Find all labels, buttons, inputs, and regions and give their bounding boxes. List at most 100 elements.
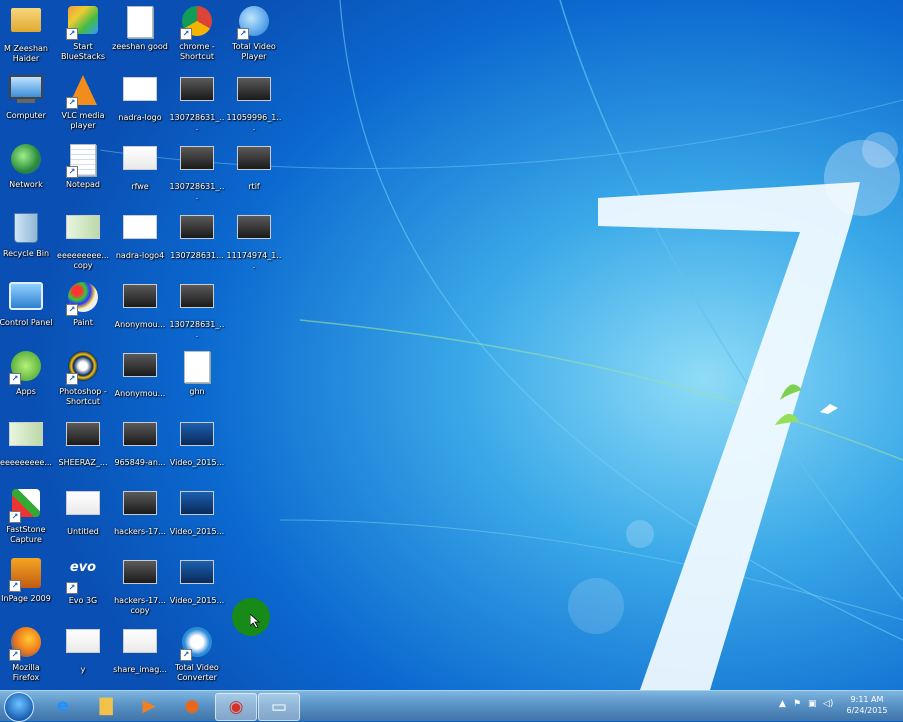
desktop-icon-2-5[interactable]: Anonymou... [112,347,168,413]
taskbar-button-file-explorer[interactable]: ▇ [86,693,126,719]
desktop-icon-label: 130728631... [170,251,224,260]
desktop-icon-0-6[interactable]: eeeeeeeee... [0,416,54,482]
chrome-icon: ↗ [180,6,214,40]
photo-icon [180,146,214,180]
desktop-icon-1-2[interactable]: ↗ Notepad [55,140,111,206]
shortcut-arrow-icon: ↗ [9,373,21,385]
desktop-icon-0-4[interactable]: Control Panel [0,278,54,344]
desktop-icon-2-7[interactable]: hackers-17... [112,485,168,551]
taskbar-button-chrome[interactable]: ◉ [215,693,257,721]
taskbar-button-firefox[interactable]: ● [172,693,212,719]
desktop-icon-0-5[interactable]: ↗ Apps [0,347,54,413]
clock[interactable]: 9:11 AM 6/24/2015 [842,694,892,716]
desktop-icon-label: share_imag... [113,665,167,674]
desktop-icon-label: Photoshop - Shortcut [59,387,107,406]
logo-image-icon [123,215,157,249]
desktop-icon-2-0[interactable]: zeeshan good [112,2,168,68]
desktop-icon-3-3[interactable]: 130728631... [169,209,225,275]
desktop-icon-0-9[interactable]: ↗ Mozilla Firefox [0,623,54,689]
desktop-icon-label: Total Video Converter [175,663,219,682]
desktop-icon-label: nadra-logo [118,113,162,122]
image-icon [66,629,100,663]
desktop-icon-4-3[interactable]: 11174974_1... [226,209,282,275]
volume-icon[interactable]: ◁) [823,699,833,709]
desktop-icon-label: InPage 2009 [1,594,51,603]
desktop-icon-0-7[interactable]: ↗ FastStone Capture [0,485,54,551]
image-icon [123,146,157,180]
desktop-icon-1-9[interactable]: y [55,623,111,689]
tray-expand-icon[interactable]: ▲ [779,699,786,709]
desktop-icon-0-8[interactable]: ↗ InPage 2009 [0,554,54,620]
desktop-icon-label: 130728631_... [169,320,225,339]
desktop-icon-0-1[interactable]: Computer [0,71,54,137]
desktop-icon-3-6[interactable]: Video_2015... [169,416,225,482]
desktop-icon-3-7[interactable]: Video_2015... [169,485,225,551]
desktop-icon-3-5[interactable]: ghn [169,347,225,413]
desktop-icon-1-6[interactable]: SHEERAZ_... [55,416,111,482]
shortcut-arrow-icon: ↗ [66,373,78,385]
paint-icon: ↗ [66,282,100,316]
desktop-icon-0-0[interactable]: M Zeeshan Haider [0,2,54,68]
photo-icon [237,146,271,180]
desktop-icon-2-2[interactable]: rfwe [112,140,168,206]
desktop-icon-2-3[interactable]: nadra-logo4 [112,209,168,275]
desktop-icon-2-6[interactable]: 965849-an... [112,416,168,482]
desktop-icon-3-1[interactable]: 130728631_... [169,71,225,137]
desktop-icon-3-4[interactable]: 130728631_... [169,278,225,344]
desktop-icon-label: M Zeeshan Haider [4,44,48,63]
internet-explorer-icon: e [57,696,69,716]
desktop-icon-1-1[interactable]: ↗ VLC media player [55,71,111,137]
desktop-icon-2-9[interactable]: share_imag... [112,623,168,689]
taskbar-button-window[interactable]: ▭ [258,693,300,721]
desktop-icon-1-4[interactable]: ↗ Paint [55,278,111,344]
desktop-icon-1-3[interactable]: eeeeeeeee... copy [55,209,111,275]
recycle-bin-icon [9,213,43,247]
desktop-icon-3-9[interactable]: ↗ Total Video Converter [169,623,225,689]
id-card-image-icon [66,215,100,249]
start-button[interactable] [4,692,34,722]
desktop-icon-1-8[interactable]: evo ↗ Evo 3G [55,554,111,620]
taskbar-button-internet-explorer[interactable]: e [43,693,83,719]
desktop-icon-label: rtif [248,182,260,191]
desktop-icon-label: 11059996_1... [226,113,282,132]
desktop-icon-label: ghn [189,387,205,396]
desktop-icon-2-1[interactable]: nadra-logo [112,71,168,137]
action-center-icon[interactable]: ⚑ [793,699,801,709]
desktop-icon-label: Recycle Bin [2,249,50,258]
inpage-icon: ↗ [9,558,43,592]
notepad-icon: ↗ [66,144,100,178]
desktop-icon-1-0[interactable]: ↗ Start BlueStacks [55,2,111,68]
desktop-icon-label: Control Panel [0,318,53,327]
desktop-icon-4-0[interactable]: ↗ Total Video Player [226,2,282,68]
control-panel-icon [9,282,43,316]
desktop-icon-label: Network [9,180,43,189]
desktop-icon-3-2[interactable]: 130728631_... [169,140,225,206]
photo-icon [180,77,214,111]
desktop-icon-2-8[interactable]: hackers-17... copy [112,554,168,620]
desktop-icon-3-0[interactable]: ↗ chrome - Shortcut [169,2,225,68]
photo-icon [123,491,157,525]
shortcut-arrow-icon: ↗ [180,28,192,40]
desktop-icon-label: Video_2015... [169,527,225,536]
desktop-icon-label: SHEERAZ_... [58,458,108,467]
desktop-icon-3-8[interactable]: Video_2015... [169,554,225,620]
network-tray-icon[interactable]: ▣ [808,699,817,709]
desktop-icon-2-4[interactable]: Anonymou... [112,278,168,344]
video-player-icon: ↗ [237,6,271,40]
taskbar-button-media-player[interactable]: ▶ [129,693,169,719]
desktop-icon-label: Apps [16,387,36,396]
desktop-icon-label: hackers-17... copy [114,596,166,615]
desktop-icon-label: Evo 3G [68,596,98,605]
desktop-icon-0-3[interactable]: Recycle Bin [0,209,54,275]
shortcut-arrow-icon: ↗ [66,166,78,178]
desktop-icon-label: 130728631_... [169,113,225,132]
desktop-icon-1-7[interactable]: Untitled [55,485,111,551]
desktop-icon-label: Video_2015... [169,596,225,605]
desktop-icon-1-5[interactable]: ↗ Photoshop - Shortcut [55,347,111,413]
desktop-icon-0-2[interactable]: Network [0,140,54,206]
desktop-icon-4-2[interactable]: rtif [226,140,282,206]
desktop-icon-4-1[interactable]: 11059996_1... [226,71,282,137]
desktop-icon-label: Paint [73,318,93,327]
desktop-icon-label: Video_2015... [169,458,225,467]
photo-icon [123,284,157,318]
